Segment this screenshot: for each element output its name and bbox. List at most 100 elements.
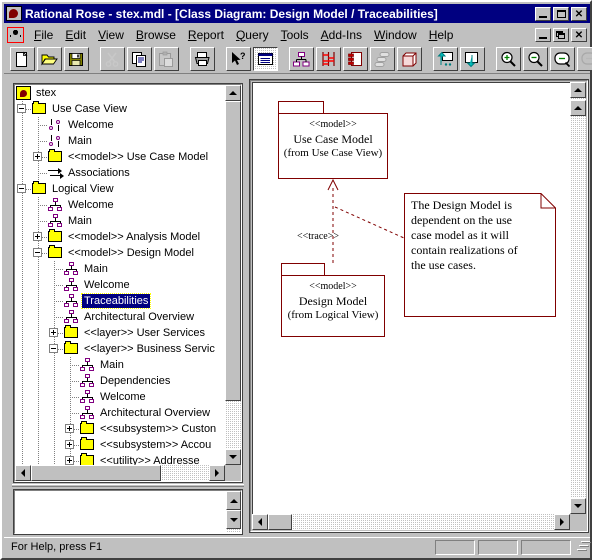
diagram-scroll-up-button[interactable] — [570, 82, 586, 98]
browse-interaction-diagram-button[interactable] — [316, 47, 341, 71]
menu-item-tools[interactable]: Tools — [275, 26, 315, 44]
save-button[interactable] — [64, 47, 89, 71]
tree-item-label: Use Case View — [52, 103, 127, 115]
open-button[interactable] — [37, 47, 62, 71]
tree-item[interactable]: <<layer>> Business Servic — [15, 341, 225, 357]
tree-expander[interactable] — [65, 424, 74, 433]
tree-item[interactable]: stex — [15, 85, 225, 101]
zoom-in-button[interactable] — [496, 47, 521, 71]
tree-item[interactable]: Logical View — [15, 181, 225, 197]
browser-vertical-thumb[interactable] — [225, 101, 241, 401]
browse-specification-button[interactable] — [253, 47, 278, 71]
menu-item-add-ins[interactable]: Add-Ins — [315, 26, 368, 44]
browse-state-machine-button[interactable] — [370, 47, 395, 71]
diagram-vertical-scrollbar[interactable] — [570, 82, 586, 514]
tree-item[interactable]: Welcome — [15, 277, 225, 293]
tree-item[interactable]: <<model>> Analysis Model — [15, 229, 225, 245]
documentation-vertical-scrollbar[interactable] — [226, 491, 241, 533]
menu-item-file[interactable]: File — [28, 26, 59, 44]
tree-item[interactable]: Main — [15, 133, 225, 149]
tree-item[interactable]: Architectural Overview — [15, 309, 225, 325]
tree-item[interactable]: <<model>> Use Case Model — [15, 149, 225, 165]
tree-item[interactable]: <<layer>> User Services — [15, 325, 225, 341]
tree-expander[interactable] — [33, 232, 42, 241]
mdi-minimize-button[interactable] — [535, 27, 551, 42]
diagram-scroll-right-button[interactable] — [554, 514, 570, 530]
browse-parent-button[interactable] — [433, 47, 458, 71]
browser-scroll-left-button[interactable] — [15, 465, 31, 481]
tree-expander[interactable] — [17, 184, 26, 193]
browser-vertical-scrollbar[interactable] — [225, 85, 241, 481]
diagram-horizontal-scrollbar[interactable] — [252, 514, 570, 530]
tree-expander[interactable] — [65, 456, 74, 465]
browser-scroll-right-button[interactable] — [209, 465, 225, 481]
tree-expander[interactable] — [17, 104, 26, 113]
mdi-close-button[interactable]: ✕ — [571, 27, 587, 42]
documentation-pane[interactable] — [13, 489, 243, 535]
diagram-scroll-left-button[interactable] — [252, 514, 268, 530]
resize-grip[interactable] — [574, 540, 588, 554]
tree-item[interactable]: Main — [15, 213, 225, 229]
diagram-scroll-down-button[interactable] — [570, 498, 586, 514]
menu-item-help[interactable]: Help — [423, 26, 460, 44]
tree-item[interactable]: <<model>> Design Model — [15, 245, 225, 261]
tree-item[interactable]: <<subsystem>> Custon — [15, 421, 225, 437]
browser-scroll-up-button[interactable] — [225, 85, 241, 101]
model-tree[interactable]: stex Use Case View Welcome Main <<model>> Us… — [15, 85, 225, 469]
tree-item[interactable]: Associations — [15, 165, 225, 181]
documentation-scroll-down-button[interactable] — [226, 510, 241, 529]
mdi-document-icon[interactable] — [7, 26, 24, 43]
paste-button[interactable] — [154, 47, 179, 71]
browse-deployment-diagram-button[interactable] — [397, 47, 422, 71]
tree-item[interactable]: Welcome — [15, 389, 225, 405]
mdi-restore-button[interactable] — [553, 27, 569, 42]
diagram-scroll-up-page-button[interactable] — [570, 100, 586, 116]
tree-item[interactable]: <<subsystem>> Accou — [15, 437, 225, 453]
tree-item[interactable]: Dependencies — [15, 373, 225, 389]
menu-item-browse[interactable]: Browse — [130, 26, 182, 44]
browse-component-diagram-button[interactable] — [343, 47, 368, 71]
diagram-canvas[interactable]: <<model>> Use Case Model (from Use Case … — [252, 82, 570, 514]
tree-item[interactable]: Use Case View — [15, 101, 225, 117]
context-help-button[interactable]: ? — [226, 47, 251, 71]
tree-item[interactable]: Welcome — [15, 117, 225, 133]
documentation-scroll-up-button[interactable] — [226, 491, 241, 510]
browse-previous-diagram-button[interactable] — [460, 47, 485, 71]
minimize-button[interactable] — [535, 6, 551, 21]
tree-expander[interactable] — [65, 440, 74, 449]
tree-item[interactable]: Traceabilities — [15, 293, 225, 309]
diagram-horizontal-thumb[interactable] — [268, 514, 292, 530]
tree-item[interactable]: Main — [15, 261, 225, 277]
tree-item[interactable]: Architectural Overview — [15, 405, 225, 421]
menu-item-report[interactable]: Report — [182, 26, 230, 44]
browser-scroll-down-button[interactable] — [225, 449, 241, 465]
tree-item[interactable]: Main — [15, 357, 225, 373]
documentation-textarea[interactable] — [15, 491, 226, 533]
tree-expander[interactable] — [49, 328, 58, 337]
tree-expander[interactable] — [33, 248, 42, 257]
tree-expander[interactable] — [33, 152, 42, 161]
menu-item-view[interactable]: View — [92, 26, 130, 44]
close-button[interactable]: ✕ — [571, 6, 587, 21]
design-model-note[interactable]: The Design Model is dependent on the use c… — [404, 193, 556, 317]
copy-button[interactable] — [127, 47, 152, 71]
browser-horizontal-scrollbar[interactable] — [15, 465, 225, 481]
print-button[interactable] — [190, 47, 215, 71]
undo-fit-button[interactable] — [577, 47, 592, 71]
maximize-button[interactable] — [553, 6, 569, 21]
zoom-out-button[interactable] — [523, 47, 548, 71]
tree-item[interactable]: Welcome — [15, 197, 225, 213]
use-case-model-package[interactable]: <<model>> Use Case Model (from Use Case … — [278, 101, 388, 179]
design-model-package[interactable]: <<model>> Design Model (from Logical Vie… — [281, 263, 385, 337]
fit-in-window-button[interactable] — [550, 47, 575, 71]
browser-horizontal-thumb[interactable] — [31, 465, 161, 481]
menu-item-window[interactable]: Window — [368, 26, 423, 44]
browse-class-diagram-button[interactable] — [289, 47, 314, 71]
browser-splitter[interactable] — [12, 484, 244, 487]
menu-item-query[interactable]: Query — [230, 26, 275, 44]
tree-expander[interactable] — [49, 344, 58, 353]
menu-item-edit[interactable]: Edit — [59, 26, 92, 44]
new-button[interactable] — [10, 47, 35, 71]
cut-button[interactable] — [100, 47, 125, 71]
tree-guide — [31, 373, 47, 389]
